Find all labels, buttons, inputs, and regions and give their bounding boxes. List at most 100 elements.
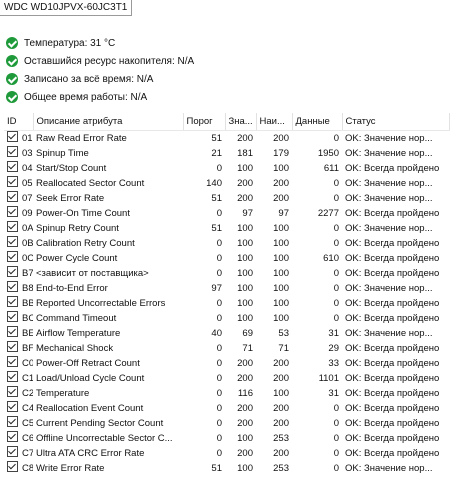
drive-tab[interactable]: WDC WD10JPVX-60JC3T1	[0, 0, 133, 16]
table-row[interactable]: C7 Ultra ATA CRC Error Rate 0 200 200 0 OK: Вс…	[4, 446, 449, 461]
row-checkbox[interactable]	[7, 146, 18, 157]
cell-status: OK: Значение нор...	[345, 177, 433, 189]
row-checkbox[interactable]	[7, 281, 18, 292]
cell-value: 100	[237, 222, 253, 234]
column-header-threshold[interactable]: Порог	[183, 113, 226, 131]
column-header-value[interactable]: Зна...	[225, 113, 257, 131]
cell-status: OK: Значение нор...	[345, 132, 433, 144]
cell-id: 09	[4, 206, 33, 221]
attribute-id: C2	[22, 388, 33, 399]
table-row[interactable]: BC Command Timeout 0 100 100 0 OK: Всегда прой…	[4, 311, 449, 326]
row-checkbox[interactable]	[7, 371, 18, 382]
row-checkbox[interactable]	[7, 356, 18, 367]
column-header-description[interactable]: Описание атрибута	[33, 113, 184, 131]
cell-id: C0	[4, 356, 33, 371]
row-checkbox[interactable]	[7, 131, 18, 142]
table-row[interactable]: 07 Seek Error Rate 51 200 200 0 OK: Значение н…	[4, 191, 449, 206]
table-row[interactable]: C8 Write Error Rate 51 100 253 0 OK: Значение …	[4, 461, 449, 476]
row-checkbox[interactable]	[7, 386, 18, 397]
cell-status: OK: Значение нор...	[345, 222, 433, 234]
summary-temperature-label: Температура: 31 °C	[24, 37, 116, 49]
column-header-raw[interactable]: Данные	[292, 113, 343, 131]
attribute-id: 0B	[22, 238, 33, 249]
cell-worst: 100	[273, 252, 289, 264]
table-row[interactable]: 0C Power Cycle Count 0 100 100 610 OK: Всегда …	[4, 251, 449, 266]
cell-threshold: 51	[211, 222, 222, 234]
row-checkbox[interactable]	[7, 161, 18, 172]
row-checkbox[interactable]	[7, 341, 18, 352]
cell-threshold: 40	[211, 327, 222, 339]
attribute-id: B7	[22, 268, 33, 279]
cell-threshold: 0	[216, 207, 222, 219]
row-checkbox[interactable]	[7, 431, 18, 442]
table-row[interactable]: C0 Power-Off Retract Count 0 200 200 33 OK: Вс…	[4, 356, 449, 371]
cell-raw: 29	[328, 342, 339, 354]
row-checkbox[interactable]	[7, 206, 18, 217]
row-checkbox[interactable]	[7, 446, 18, 457]
cell-description: Power-On Time Count	[36, 207, 130, 219]
row-checkbox[interactable]	[7, 311, 18, 322]
cell-description: Start/Stop Count	[36, 162, 107, 174]
cell-value: 200	[237, 357, 253, 369]
cell-status: OK: Всегда пройдено	[345, 402, 440, 414]
table-row[interactable]: BB Reported Uncorrectable Errors 0 100 100 0 O…	[4, 296, 449, 311]
cell-worst: 71	[278, 342, 289, 354]
cell-id: 07	[4, 191, 33, 206]
row-checkbox[interactable]	[7, 461, 18, 472]
cell-value: 100	[237, 462, 253, 474]
attribute-id: C4	[22, 403, 33, 414]
table-row[interactable]: C2 Temperature 0 116 100 31 OK: Всегда пройден…	[4, 386, 449, 401]
table-row[interactable]: 04 Start/Stop Count 0 100 100 611 OK: Всегда п…	[4, 161, 449, 176]
row-checkbox[interactable]	[7, 191, 18, 202]
cell-description: Reallocation Event Count	[36, 402, 144, 414]
table-row[interactable]: 03 Spinup Time 21 181 179 1950 OK: Значение но…	[4, 146, 449, 161]
attribute-id: BE	[22, 328, 33, 339]
row-checkbox[interactable]	[7, 401, 18, 412]
cell-description: Spinup Time	[36, 147, 89, 159]
cell-status: OK: Всегда пройдено	[345, 252, 440, 264]
attribute-id: 0A	[22, 223, 33, 234]
row-checkbox[interactable]	[7, 251, 18, 262]
column-header-worst[interactable]: Наи...	[256, 113, 293, 131]
cell-threshold: 0	[216, 162, 222, 174]
cell-worst: 200	[273, 357, 289, 369]
table-row[interactable]: 0A Spinup Retry Count 51 100 100 0 OK: Значени…	[4, 221, 449, 236]
cell-threshold: 0	[216, 312, 222, 324]
row-checkbox[interactable]	[7, 221, 18, 232]
row-checkbox[interactable]	[7, 326, 18, 337]
row-checkbox[interactable]	[7, 236, 18, 247]
cell-id: 03	[4, 146, 33, 161]
cell-threshold: 0	[216, 357, 222, 369]
row-checkbox[interactable]	[7, 176, 18, 187]
table-row[interactable]: 05 Reallocated Sector Count 140 200 200 0 OK: …	[4, 176, 449, 191]
summary-power-on-time: Общее время работы: N/A	[6, 89, 147, 105]
cell-description: Mechanical Shock	[36, 342, 114, 354]
table-row[interactable]: 01 Raw Read Error Rate 51 200 200 0 OK: Значен…	[4, 131, 449, 147]
cell-threshold: 0	[216, 372, 222, 384]
table-row[interactable]: C6 Offline Uncorrectable Sector C... 0 100 2…	[4, 431, 449, 446]
cell-status: OK: Значение нор...	[345, 192, 433, 204]
table-row[interactable]: 09 Power-On Time Count 0 97 97 2277 OK: Всегда…	[4, 206, 449, 221]
table-row[interactable]: C4 Reallocation Event Count 0 200 200 0 OK: Вс…	[4, 401, 449, 416]
cell-id: C6	[4, 431, 33, 446]
cell-worst: 253	[273, 432, 289, 444]
ok-check-icon	[6, 37, 18, 49]
column-header-id[interactable]: ID	[4, 113, 34, 131]
table-row[interactable]: C1 Load/Unload Cycle Count 0 200 200 1101 OK: …	[4, 371, 449, 386]
row-checkbox[interactable]	[7, 416, 18, 427]
table-row[interactable]: 0B Calibration Retry Count 0 100 100 0 OK: Все…	[4, 236, 449, 251]
cell-id: 0B	[4, 236, 33, 251]
row-checkbox[interactable]	[7, 296, 18, 307]
table-row[interactable]: BE Airflow Temperature 40 69 53 31 OK: Значени…	[4, 326, 449, 341]
cell-description: Raw Read Error Rate	[36, 132, 127, 144]
cell-raw: 1101	[318, 372, 339, 384]
cell-description: Current Pending Sector Count	[36, 417, 164, 429]
cell-threshold: 140	[206, 177, 222, 189]
cell-status: OK: Всегда пройдено	[345, 447, 440, 459]
table-row[interactable]: C5 Current Pending Sector Count 0 200 200 0 OK…	[4, 416, 449, 431]
row-checkbox[interactable]	[7, 266, 18, 277]
table-row[interactable]: B7 <зависит от поставщика> 0 100 100 0 OK: Все…	[4, 266, 449, 281]
table-row[interactable]: B8 End-to-End Error 97 100 100 0 OK: Значение …	[4, 281, 449, 296]
table-row[interactable]: BF Mechanical Shock 0 71 71 29 OK: Всегда прой…	[4, 341, 449, 356]
column-header-status[interactable]: Статус	[342, 113, 450, 131]
